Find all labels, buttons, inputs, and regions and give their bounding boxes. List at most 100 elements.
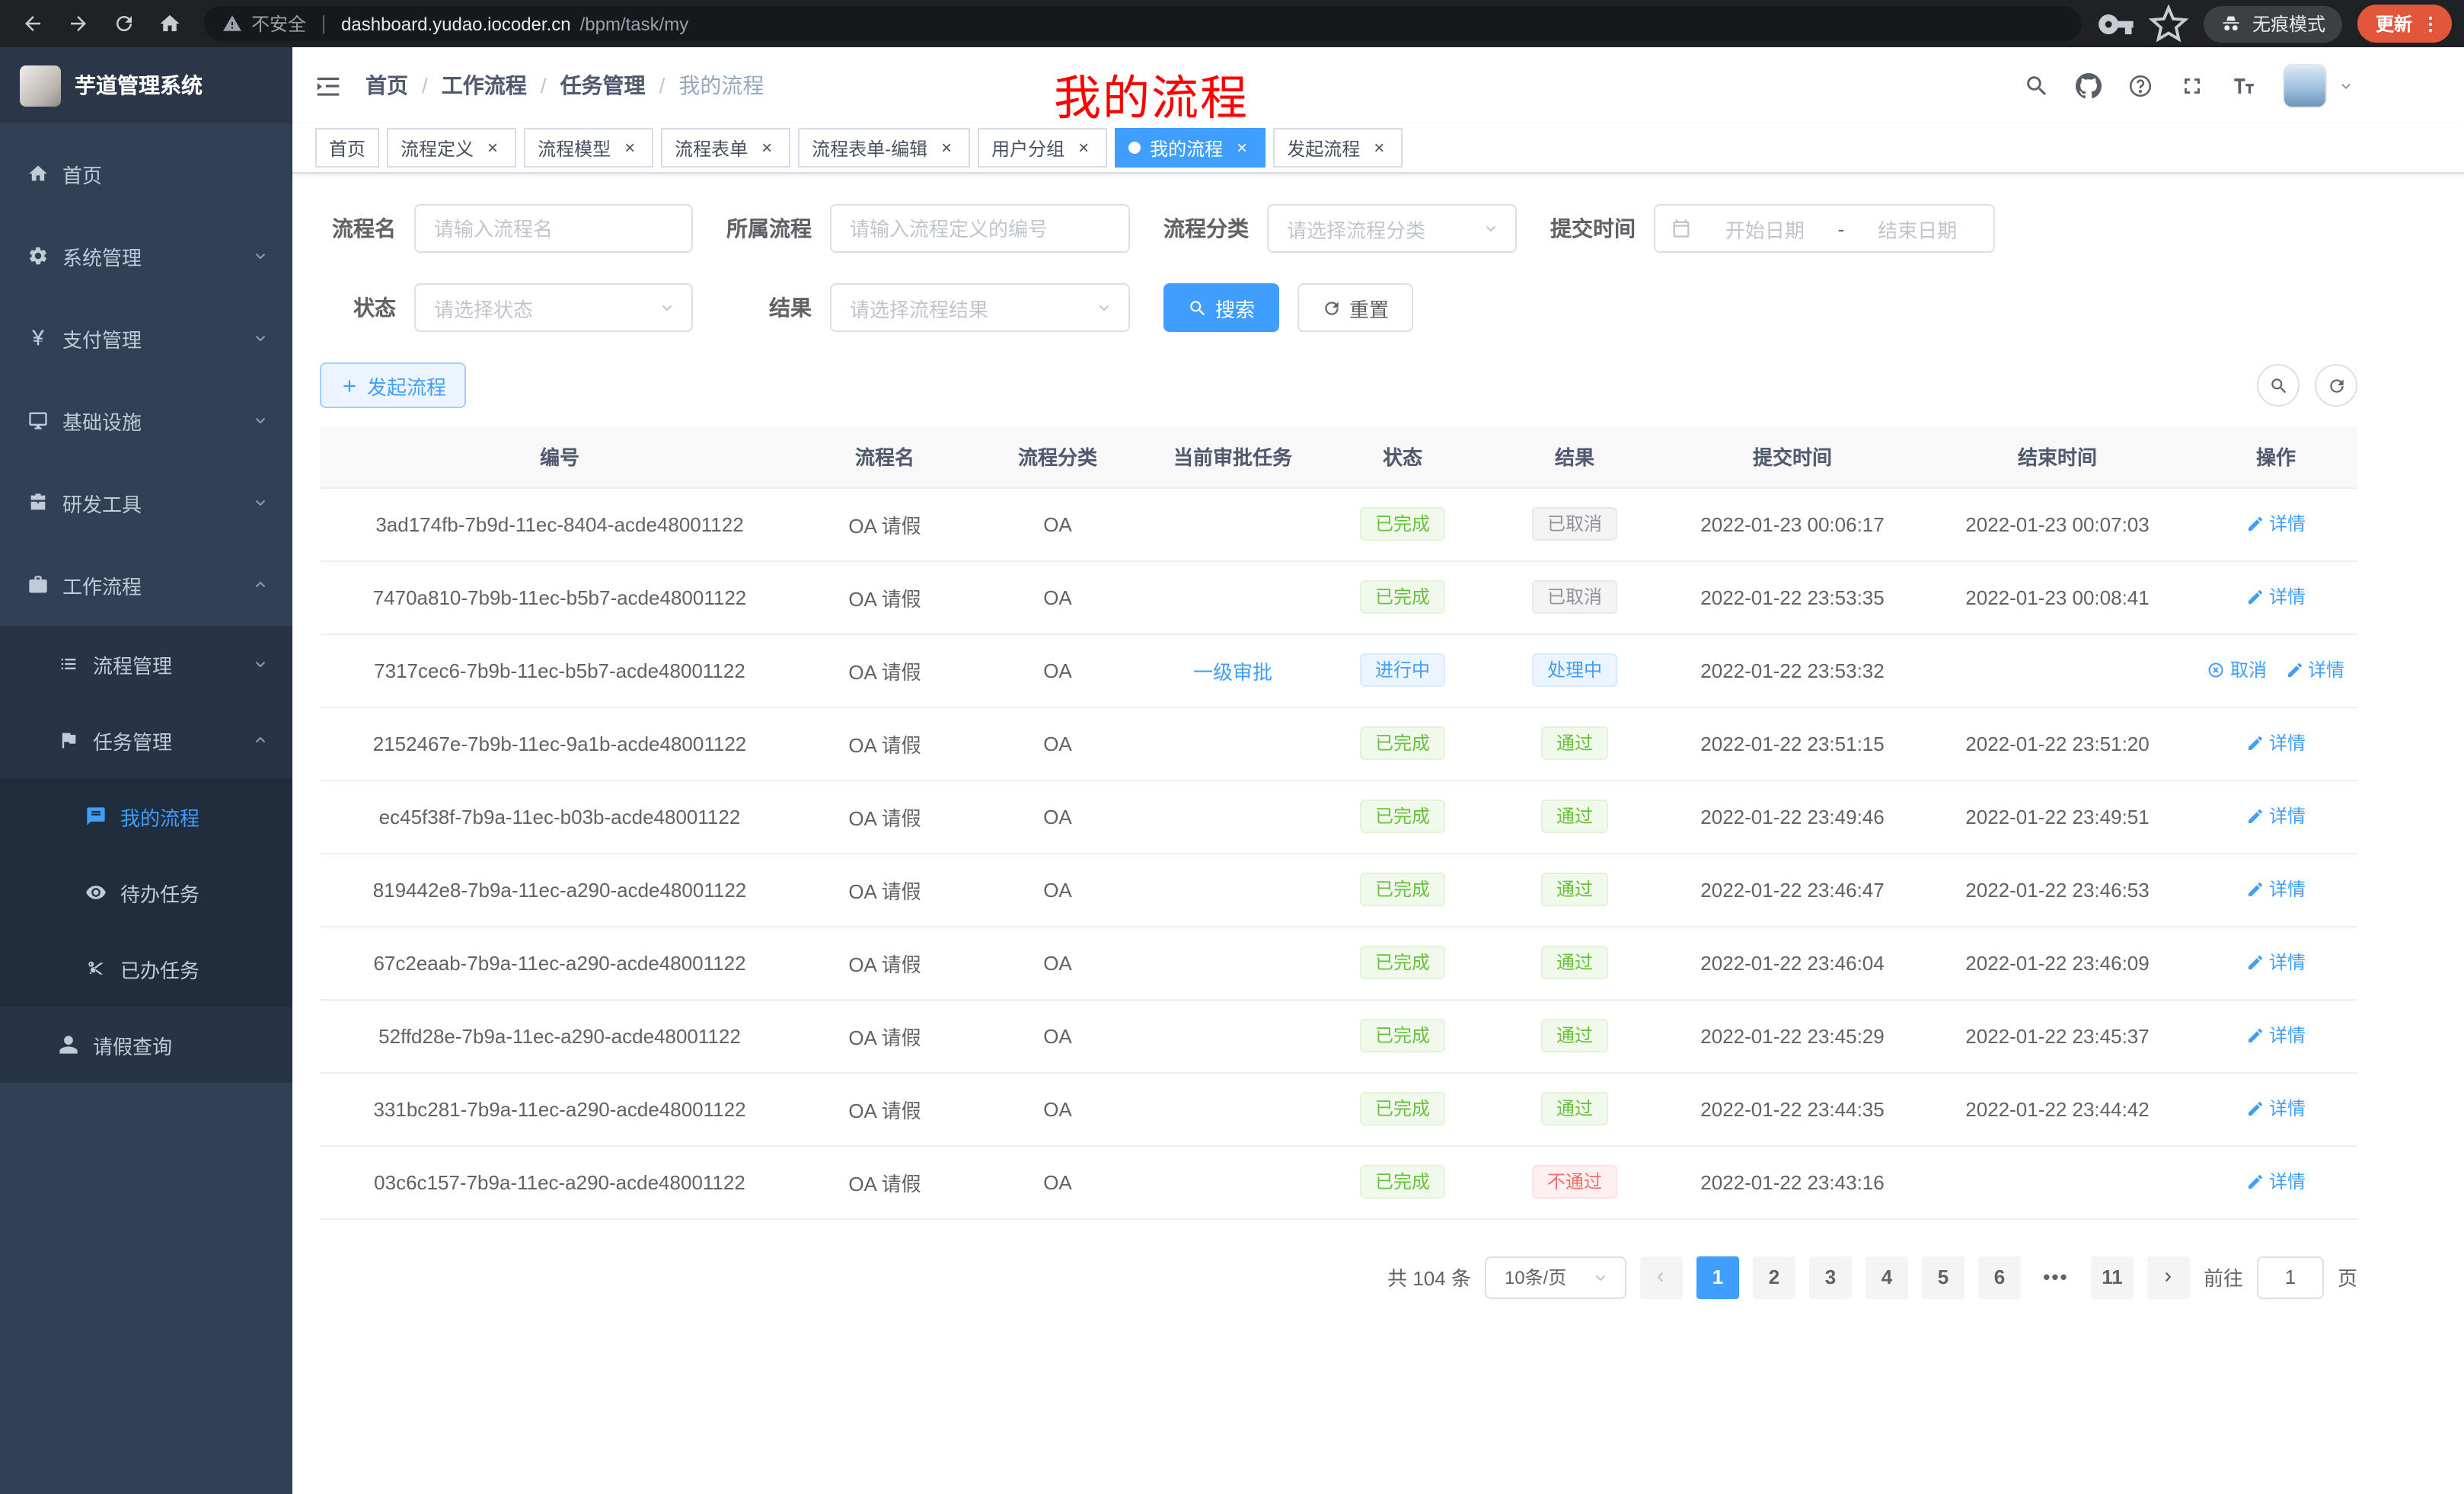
search-button-label: 搜索 bbox=[1215, 293, 1255, 322]
result-select[interactable]: 请选择流程结果 bbox=[830, 283, 1130, 332]
detail-link[interactable]: 详情 bbox=[2285, 657, 2344, 683]
help-icon[interactable] bbox=[2127, 72, 2153, 98]
sidebar-item-8[interactable]: 我的流程 bbox=[0, 778, 292, 854]
sidebar-item-5[interactable]: 工作流程 bbox=[0, 544, 292, 626]
page-button-1[interactable]: 1 bbox=[1696, 1256, 1739, 1298]
tab-4[interactable]: 流程表单-编辑× bbox=[798, 128, 970, 168]
cell-operations: 详情 bbox=[2194, 1072, 2357, 1145]
detail-link[interactable]: 详情 bbox=[2246, 876, 2306, 902]
detail-link[interactable]: 详情 bbox=[2246, 1096, 2306, 1122]
browser-back-icon[interactable] bbox=[12, 4, 52, 43]
tab-6[interactable]: 我的流程 × bbox=[1115, 128, 1266, 168]
page-size-select[interactable]: 10条/页 bbox=[1485, 1256, 1626, 1298]
process-name-input[interactable] bbox=[414, 204, 693, 253]
detail-link[interactable]: 详情 bbox=[2246, 584, 2306, 610]
close-tab-icon[interactable]: × bbox=[1369, 138, 1389, 158]
process-table: 编号流程名流程分类当前审批任务状态结果提交时间结束时间操作 3ad174fb-7… bbox=[320, 426, 2357, 1219]
search-icon[interactable] bbox=[2024, 72, 2050, 98]
breadcrumb-item-1[interactable]: 工作流程 bbox=[442, 70, 527, 101]
sidebar-item-10[interactable]: 已办任务 bbox=[0, 931, 292, 1007]
process-definition-input[interactable] bbox=[830, 204, 1130, 253]
page-button-3[interactable]: 3 bbox=[1809, 1256, 1852, 1298]
refresh-table-button[interactable] bbox=[2315, 364, 2357, 407]
tab-0[interactable]: 首页 bbox=[315, 128, 379, 168]
detail-link[interactable]: 详情 bbox=[2246, 511, 2306, 537]
sidebar-item-9[interactable]: 待办任务 bbox=[0, 854, 292, 931]
current-task-link[interactable]: 一级审批 bbox=[1193, 660, 1272, 683]
detail-link[interactable]: 详情 bbox=[2246, 1023, 2306, 1049]
status-select[interactable]: 请选择状态 bbox=[414, 283, 693, 332]
detail-link[interactable]: 详情 bbox=[2246, 950, 2306, 975]
tab-label: 我的流程 bbox=[1150, 135, 1223, 161]
browser-forward-icon[interactable] bbox=[58, 4, 97, 43]
cell-category: OA bbox=[970, 487, 1145, 560]
fullscreen-icon[interactable] bbox=[2179, 72, 2205, 98]
breadcrumb-item-0[interactable]: 首页 bbox=[365, 70, 408, 101]
breadcrumb-item-2[interactable]: 任务管理 bbox=[560, 70, 646, 101]
page-button-6[interactable]: 6 bbox=[1978, 1256, 2021, 1298]
browser-home-icon[interactable] bbox=[149, 4, 189, 43]
toggle-search-button[interactable] bbox=[2257, 364, 2300, 407]
table-row-8: 331bc281-7b9a-11ec-a290-acde48001122OA 请… bbox=[320, 1072, 2357, 1145]
app-logo[interactable]: 芋道管理系统 bbox=[0, 47, 292, 123]
page-button-2[interactable]: 2 bbox=[1753, 1256, 1795, 1298]
close-tab-icon[interactable]: × bbox=[483, 138, 503, 158]
close-tab-icon[interactable]: × bbox=[620, 138, 640, 158]
page-button-4[interactable]: 4 bbox=[1866, 1256, 1908, 1298]
cell-operations: 取消详情 bbox=[2194, 634, 2357, 707]
create-process-button[interactable]: 发起流程 bbox=[320, 362, 466, 408]
process-category-select[interactable]: 请选择流程分类 bbox=[1267, 204, 1517, 253]
detail-link[interactable]: 详情 bbox=[2246, 803, 2306, 829]
prev-page-button[interactable] bbox=[1640, 1256, 1683, 1298]
avatar[interactable] bbox=[2283, 63, 2327, 107]
detail-link[interactable]: 详情 bbox=[2246, 730, 2306, 756]
font-size-icon[interactable] bbox=[2231, 72, 2257, 98]
result-badge: 通过 bbox=[1541, 946, 1608, 979]
tab-5[interactable]: 用户分组× bbox=[978, 128, 1107, 168]
detail-link[interactable]: 详情 bbox=[2246, 1169, 2306, 1195]
more-pages-icon[interactable]: ••• bbox=[2035, 1266, 2077, 1288]
flag-icon bbox=[58, 729, 79, 751]
hamburger-icon[interactable] bbox=[314, 71, 343, 100]
sidebar-item-1[interactable]: 系统管理 bbox=[0, 215, 292, 297]
key-icon[interactable] bbox=[2097, 4, 2137, 43]
security-label: 不安全 bbox=[251, 11, 306, 37]
browser-reload-icon[interactable] bbox=[104, 4, 143, 43]
page-button-5[interactable]: 5 bbox=[1922, 1256, 1964, 1298]
address-bar[interactable]: 不安全 dashboard.yudao.iocoder.cn/bpm/task/… bbox=[204, 6, 2082, 41]
star-icon[interactable] bbox=[2149, 4, 2188, 43]
browser-update-button[interactable]: 更新 bbox=[2357, 5, 2452, 43]
submit-time-range-picker[interactable]: 开始日期 - 结束日期 bbox=[1654, 204, 1995, 253]
next-page-button[interactable] bbox=[2147, 1256, 2190, 1298]
annotation-overlay: 我的流程 bbox=[1054, 59, 1249, 128]
cell-end-time: 2022-01-23 00:08:41 bbox=[1920, 560, 2194, 634]
sidebar-item-0[interactable]: 首页 bbox=[0, 132, 292, 215]
close-tab-icon[interactable]: × bbox=[1232, 138, 1252, 158]
page-button-11[interactable]: 11 bbox=[2091, 1256, 2134, 1298]
close-tab-icon[interactable]: × bbox=[1074, 138, 1093, 158]
sidebar-item-3[interactable]: 基础设施 bbox=[0, 379, 292, 461]
cell-task bbox=[1145, 1145, 1320, 1218]
sidebar-item-2[interactable]: 支付管理 bbox=[0, 297, 292, 379]
close-tab-icon[interactable]: × bbox=[937, 138, 956, 158]
chevron-down-icon bbox=[251, 655, 270, 673]
browser-menu-dots-icon[interactable] bbox=[2420, 13, 2441, 34]
close-tab-icon[interactable]: × bbox=[757, 138, 777, 158]
sidebar-item-11[interactable]: 请假查询 bbox=[0, 1007, 292, 1083]
github-icon[interactable] bbox=[2076, 72, 2102, 98]
tab-7[interactable]: 发起流程× bbox=[1273, 128, 1403, 168]
sidebar-item-4[interactable]: 研发工具 bbox=[0, 461, 292, 544]
cancel-link[interactable]: 取消 bbox=[2207, 657, 2267, 683]
goto-page-input[interactable] bbox=[2257, 1256, 2324, 1298]
sidebar-item-7[interactable]: 任务管理 bbox=[0, 702, 292, 778]
tab-3[interactable]: 流程表单× bbox=[661, 128, 790, 168]
sidebar-item-6[interactable]: 流程管理 bbox=[0, 626, 292, 702]
chevron-down-icon bbox=[2338, 77, 2354, 94]
status-badge: 已完成 bbox=[1360, 1019, 1445, 1052]
cell-task bbox=[1145, 999, 1320, 1072]
search-button[interactable]: 搜索 bbox=[1163, 283, 1279, 332]
tab-2[interactable]: 流程模型× bbox=[524, 128, 653, 168]
reset-button[interactable]: 重置 bbox=[1297, 283, 1413, 332]
tab-1[interactable]: 流程定义× bbox=[387, 128, 516, 168]
user-menu[interactable] bbox=[2283, 63, 2354, 107]
